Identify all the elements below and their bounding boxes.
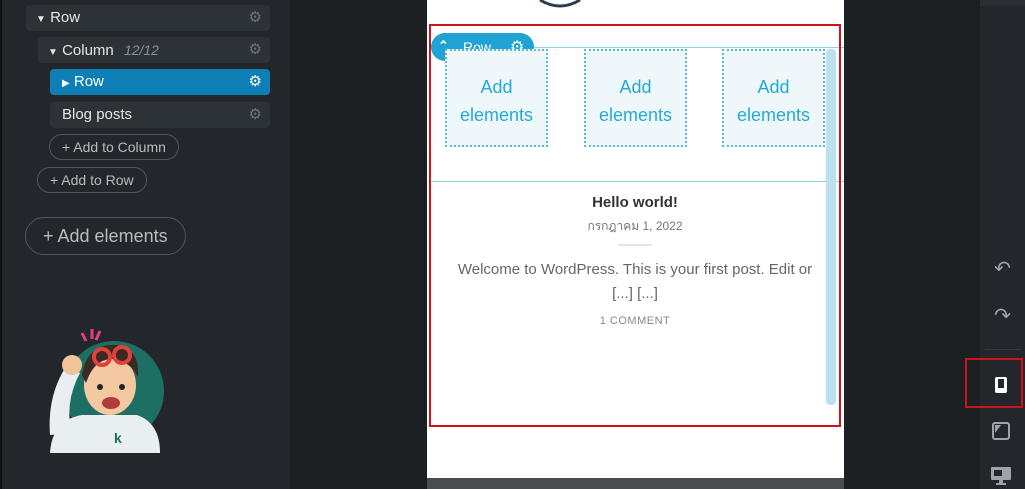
svg-text:k: k bbox=[114, 430, 122, 446]
cropped-top-shape bbox=[539, 0, 581, 8]
tablet-view-icon[interactable] bbox=[992, 422, 1010, 440]
gear-icon[interactable]: ⚙ bbox=[249, 5, 262, 31]
layers-panel: ▼ Row ⚙ ▼ Column 12/12 ⚙ ▶ Row ⚙ Blog po… bbox=[0, 0, 290, 489]
layer-blog-posts[interactable]: Blog posts ⚙ bbox=[50, 102, 270, 128]
gutter bbox=[290, 0, 427, 489]
add-to-column-button[interactable]: + Add to Column bbox=[49, 134, 179, 160]
toolbar-divider bbox=[985, 349, 1021, 350]
mobile-view-icon[interactable] bbox=[994, 376, 1008, 394]
column-size: 12/12 bbox=[123, 42, 159, 58]
highlight-frame bbox=[429, 24, 841, 427]
desktop-view-icon[interactable] bbox=[990, 466, 1012, 486]
mascot-avatar: k bbox=[49, 329, 164, 453]
add-to-row-button[interactable]: + Add to Row bbox=[37, 167, 147, 193]
toolbar-top-edge bbox=[980, 0, 1025, 6]
layer-row[interactable]: ▼ Row ⚙ bbox=[26, 5, 270, 31]
layer-row-toggle[interactable]: ▼ Row bbox=[36, 5, 80, 33]
caret-down-icon: ▼ bbox=[48, 47, 58, 58]
gear-icon[interactable]: ⚙ bbox=[249, 69, 262, 95]
redo-icon[interactable]: ↷ bbox=[980, 303, 1025, 328]
undo-icon[interactable]: ↶ bbox=[980, 256, 1025, 281]
add-elements-button[interactable]: + Add elements bbox=[25, 217, 186, 255]
canvas-bottom-bar bbox=[427, 478, 844, 489]
caret-right-icon: ▶ bbox=[62, 78, 70, 89]
gear-icon[interactable]: ⚙ bbox=[249, 37, 262, 63]
layer-inner-row[interactable]: ▶ Row ⚙ bbox=[50, 69, 270, 95]
right-gutter bbox=[844, 0, 980, 489]
layer-column[interactable]: ▼ Column 12/12 ⚙ bbox=[38, 37, 270, 63]
gear-icon[interactable]: ⚙ bbox=[249, 102, 262, 128]
caret-down-icon: ▼ bbox=[36, 14, 46, 25]
view-toolbar bbox=[980, 0, 1025, 489]
